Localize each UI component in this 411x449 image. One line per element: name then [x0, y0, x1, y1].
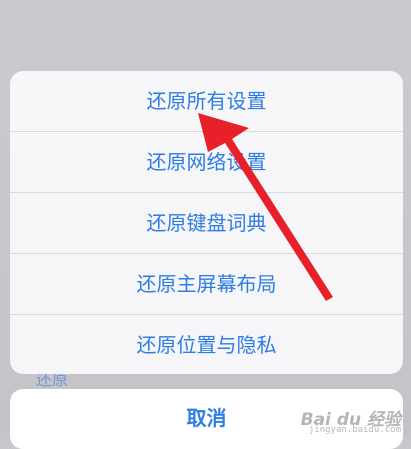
reset-keyboard-dictionary-button[interactable]: 还原键盘词典	[10, 193, 403, 254]
reset-all-settings-button[interactable]: 还原所有设置	[10, 71, 403, 132]
reset-location-privacy-button[interactable]: 还原位置与隐私	[10, 315, 403, 374]
reset-home-screen-layout-button[interactable]: 还原主屏幕布局	[10, 254, 403, 315]
reset-network-settings-button[interactable]: 还原网络设置	[10, 132, 403, 193]
action-sheet: 还原所有设置 还原网络设置 还原键盘词典 还原主屏幕布局 还原位置与隐私	[10, 71, 403, 374]
watermark-url: jingyan.baidu.com	[308, 425, 401, 435]
baidu-jingyan-watermark: Bai du 经验 jingyan.baidu.com	[295, 405, 405, 435]
